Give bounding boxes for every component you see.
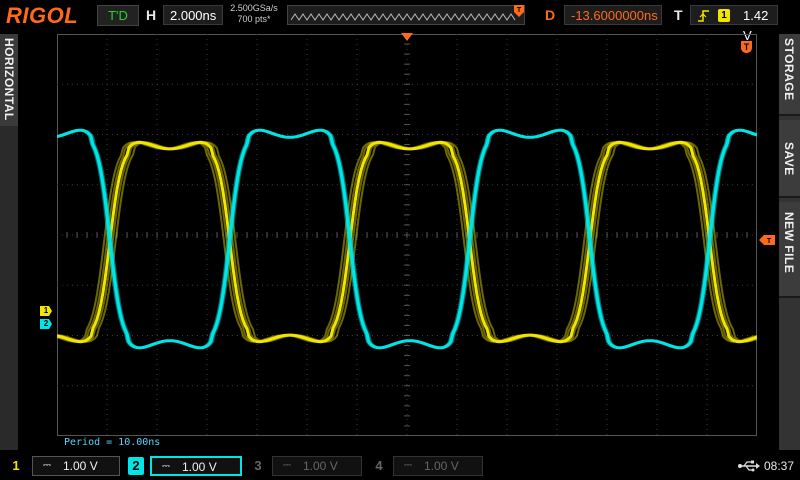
ch2-offset-marker[interactable]: 2 bbox=[40, 319, 52, 329]
menu-empty-slot bbox=[779, 302, 800, 450]
ch4-coupling-icon: ⎓ bbox=[404, 460, 412, 471]
ch2-scale: 1.00 V bbox=[182, 460, 217, 474]
horizontal-side-panel[interactable]: HORIZONTAL bbox=[0, 34, 18, 450]
ch4-scale: 1.00 V bbox=[424, 459, 459, 473]
top-status-bar: RIGOL T'D H 2.000ns 2.500GSa/s 700 pts* … bbox=[0, 0, 800, 43]
ch1-scale: 1.00 V bbox=[63, 459, 98, 473]
menu-new-file-label: NEW FILE bbox=[782, 212, 796, 274]
graticule bbox=[57, 34, 757, 436]
svg-text:T: T bbox=[517, 7, 522, 14]
period-measurement: Period = 10.00ns bbox=[64, 437, 161, 448]
brand-logo: RIGOL bbox=[6, 3, 79, 28]
memory-trigger-marker-icon: T bbox=[514, 5, 524, 17]
run-status-badge[interactable]: T'D bbox=[97, 5, 139, 26]
ch3-number[interactable]: 3 bbox=[250, 457, 266, 475]
storage-menu-panel[interactable]: STORAGE SAVE NEW FILE bbox=[779, 34, 800, 450]
ch1-scale-box[interactable]: ⎓ 1.00 V bbox=[32, 456, 120, 476]
delay-label: D bbox=[545, 7, 556, 23]
ch3-scale: 1.00 V bbox=[303, 459, 338, 473]
trigger-position-marker-icon[interactable] bbox=[401, 33, 413, 41]
ch1-number[interactable]: 1 bbox=[8, 457, 24, 475]
trigger-settings[interactable]: 1 1.42 V bbox=[690, 5, 778, 43]
ch1-offset-marker[interactable]: 1 bbox=[40, 306, 52, 316]
ch2-number[interactable]: 2 bbox=[128, 457, 144, 475]
clock: 08:37 bbox=[764, 459, 795, 473]
ch4-number[interactable]: 4 bbox=[371, 457, 387, 475]
ch1-waveform bbox=[57, 140, 757, 344]
trigger-source-badge: 1 bbox=[718, 9, 730, 22]
ch4-scale-box[interactable]: ⎓ 1.00 V bbox=[393, 456, 483, 476]
menu-storage-label: STORAGE bbox=[782, 38, 796, 101]
trigger-level-marker-icon[interactable]: T bbox=[759, 235, 775, 245]
ch1-waveform bbox=[57, 141, 757, 343]
ch2-coupling-icon: ⎓ bbox=[162, 461, 170, 472]
channel-status-bar: 1 ⎓ 1.00 V 2 ⎓ 1.00 V 3 ⎓ 1.00 V 4 ⎓ 1.0… bbox=[0, 452, 800, 480]
menu-save[interactable]: SAVE bbox=[779, 120, 800, 198]
ch1-coupling-icon: ⎓ bbox=[43, 460, 51, 471]
ch1-waveform bbox=[57, 141, 757, 343]
menu-save-label: SAVE bbox=[782, 142, 796, 176]
sample-rate: 2.500GSa/s bbox=[230, 3, 278, 13]
waveform-display[interactable] bbox=[57, 34, 757, 436]
ch1-waveform bbox=[57, 141, 757, 343]
menu-new-file[interactable]: NEW FILE bbox=[779, 202, 800, 298]
menu-storage[interactable]: STORAGE bbox=[779, 34, 800, 116]
usb-icon bbox=[738, 460, 760, 472]
ch3-coupling-icon: ⎓ bbox=[283, 460, 291, 471]
horizontal-panel-label: HORIZONTAL bbox=[2, 38, 16, 121]
delay-value[interactable]: -13.6000000ns bbox=[564, 5, 662, 25]
trigger-label: T bbox=[674, 7, 683, 23]
ch2-scale-box[interactable]: ⎓ 1.00 V bbox=[150, 456, 242, 476]
rising-edge-icon bbox=[698, 10, 709, 22]
acquisition-info: 2.500GSa/s 700 pts* bbox=[229, 3, 279, 25]
ch1-waveform bbox=[57, 141, 757, 343]
timebase-value[interactable]: 2.000ns bbox=[163, 5, 223, 25]
memory-depth: 700 pts* bbox=[237, 14, 271, 24]
memory-position-bar[interactable]: T bbox=[287, 5, 525, 25]
trigger-marker-badge: T bbox=[741, 41, 752, 53]
memory-waveform-icon bbox=[291, 13, 516, 21]
horizontal-label: H bbox=[146, 7, 157, 23]
ch3-scale-box[interactable]: ⎓ 1.00 V bbox=[272, 456, 362, 476]
svg-text:T: T bbox=[767, 238, 772, 245]
